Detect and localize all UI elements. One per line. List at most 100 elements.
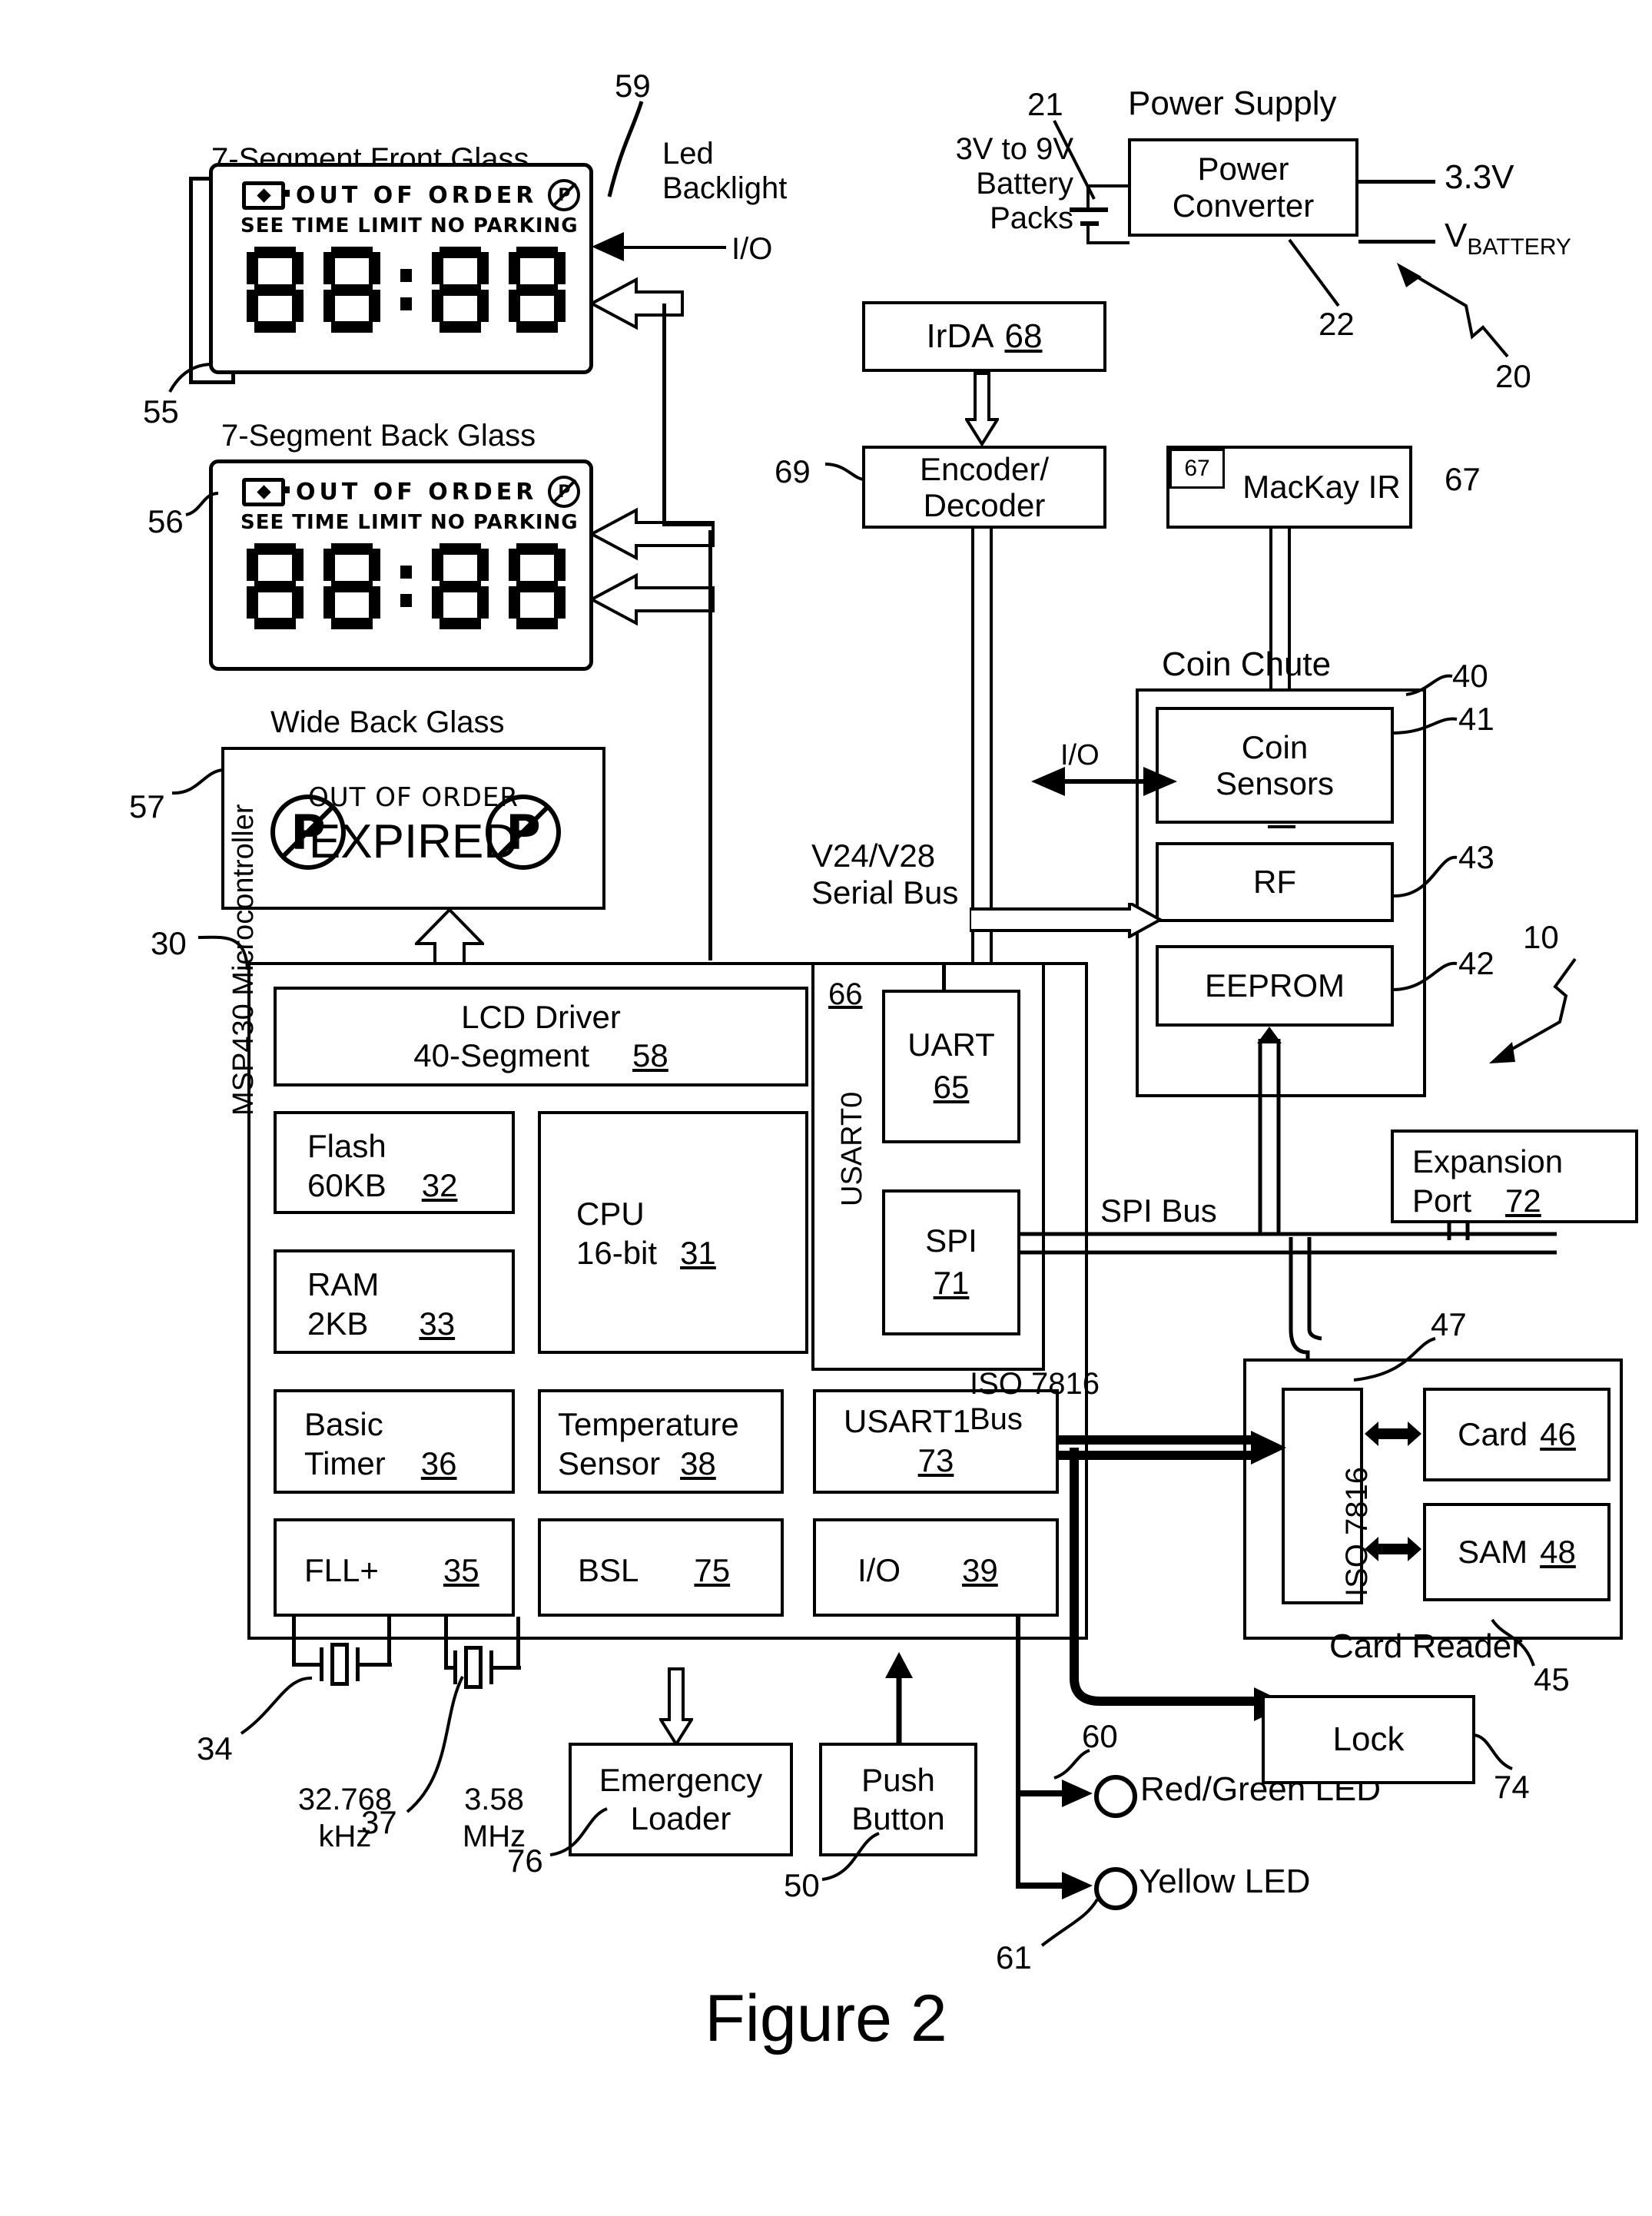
ref-68: 68 — [1004, 317, 1043, 355]
out-vbatt-line — [1358, 240, 1435, 244]
backlight-io-label: I/O — [731, 232, 773, 266]
basic-timer-line2: Timer — [304, 1445, 386, 1482]
lock-bus — [1070, 1448, 1289, 1721]
io-led-y-line — [1016, 1883, 1068, 1889]
ref-65: 65 — [933, 1069, 970, 1105]
irda-label: IrDA — [926, 317, 994, 355]
leader-37 — [406, 1676, 464, 1813]
back-glass-display: OUT OF ORDER P SEE TIME LIMIT NO PARKING — [209, 459, 593, 671]
temp-sensor-line2: Sensor — [558, 1445, 661, 1482]
ref-67-inner: 67 — [1169, 449, 1225, 489]
coin-io-line — [1063, 779, 1146, 784]
battery-icon — [242, 181, 290, 210]
leader-10-arrow — [1489, 957, 1577, 1063]
ref-39: 39 — [962, 1552, 998, 1588]
coin-chute-title: Coin Chute — [1162, 645, 1332, 683]
leader-59 — [607, 101, 644, 197]
ref-56: 56 — [148, 503, 184, 539]
leader-55 — [168, 363, 214, 393]
battery-plate-long — [1070, 207, 1108, 212]
front-glass-digits — [213, 237, 589, 333]
expansion-line2: Port — [1412, 1183, 1472, 1219]
seven-seg-digit — [323, 247, 380, 333]
coin-sensors-block: Coin Sensors — [1156, 707, 1394, 824]
seven-seg-digit — [323, 543, 380, 629]
leader-42 — [1392, 961, 1458, 991]
ref-50: 50 — [784, 1867, 820, 1903]
cpu-line1: CPU — [576, 1196, 645, 1232]
xtal2-lead-right — [516, 1617, 520, 1669]
ref-67: 67 — [1445, 461, 1481, 497]
leader-20-arrow — [1397, 263, 1509, 358]
yellow-led-icon — [1094, 1867, 1137, 1910]
ref-58: 58 — [632, 1037, 668, 1073]
leader-22 — [1288, 238, 1340, 307]
leader-43 — [1392, 855, 1458, 898]
encoder-decoder-block: Encoder/ Decoder — [862, 446, 1106, 529]
front-glass-feed-arrow — [592, 277, 684, 330]
ref-30: 30 — [151, 925, 187, 961]
ref-69: 69 — [775, 453, 811, 489]
ref-38: 38 — [680, 1445, 716, 1482]
backlight-io-arrowhead — [592, 232, 624, 261]
display-bus-join — [662, 522, 712, 526]
ref-46: 46 — [1540, 1416, 1576, 1452]
ram-line1: RAM — [307, 1266, 380, 1302]
out-vbatt-label: VBATTERY — [1445, 217, 1571, 260]
ref-71: 71 — [933, 1265, 970, 1301]
iso7816-label: ISO 7816 — [1340, 1466, 1374, 1597]
seven-seg-colon — [400, 543, 412, 629]
leader-21 — [1053, 120, 1096, 200]
ref-21: 21 — [1027, 86, 1063, 122]
fll-label: FLL+ — [304, 1552, 379, 1588]
ref-37: 37 — [361, 1804, 397, 1840]
card-label: Card — [1458, 1416, 1528, 1452]
ref-66: 66 — [828, 977, 863, 1011]
leader-56 — [185, 492, 219, 516]
irda-to-encdec-arrow — [965, 372, 999, 446]
battery-icon — [242, 477, 290, 506]
back-glass-line1: OUT OF ORDER — [296, 478, 538, 506]
wide-back-glass-title: Wide Back Glass — [270, 705, 505, 739]
sam-block: SAM 48 — [1423, 1503, 1611, 1601]
iso7816-block: ISO 7816 — [1282, 1388, 1374, 1604]
ref-20: 20 — [1495, 358, 1531, 394]
fll-block: FLL+ 35 — [274, 1518, 515, 1617]
irda-block: IrDA 68 — [862, 301, 1106, 372]
back-glass-title: 7-Segment Back Glass — [221, 419, 536, 453]
battery-wire-top — [1086, 184, 1130, 187]
ref-76: 76 — [507, 1843, 543, 1879]
uart-block: UART 65 — [882, 990, 1020, 1143]
leader-76 — [549, 1807, 608, 1856]
xtal1-symbol — [320, 1643, 360, 1686]
ref-10: 10 — [1523, 919, 1559, 955]
front-glass-display: OUT OF ORDER P SEE TIME LIMIT NO PARKING — [209, 163, 593, 374]
seven-seg-digit — [432, 543, 489, 629]
out-33v-label: 3.3V — [1445, 158, 1514, 196]
front-glass-status-row: OUT OF ORDER P — [213, 167, 589, 211]
led-backlight-label: Led Backlight — [662, 137, 788, 205]
ref-40: 40 — [1452, 658, 1488, 694]
leader-60 — [1053, 1749, 1090, 1780]
mackay-ir-block: 67 MacKay IR — [1166, 446, 1412, 529]
leader-30 — [197, 935, 249, 970]
leader-50 — [821, 1832, 880, 1881]
battery-plate-short — [1080, 221, 1099, 226]
ref-75: 75 — [694, 1552, 731, 1588]
ref-72: 72 — [1505, 1183, 1541, 1219]
back-glass-digits — [213, 534, 589, 629]
lcd-driver-line1: LCD Driver — [461, 998, 621, 1035]
seven-seg-colon — [400, 247, 412, 333]
leader-34 — [240, 1676, 313, 1735]
power-supply-title: Power Supply — [1128, 85, 1337, 122]
ref-34: 34 — [197, 1730, 233, 1766]
battery-lead-up — [1086, 184, 1090, 207]
leader-47 — [1353, 1337, 1436, 1382]
push-button-arrow — [885, 1652, 913, 1744]
out-33v-line — [1358, 180, 1435, 184]
ref-57: 57 — [129, 788, 165, 824]
iso-bus-label: ISO 7816 Bus — [970, 1367, 1100, 1436]
ref-41: 41 — [1458, 701, 1494, 737]
xtal1-lead-left — [292, 1617, 296, 1664]
yellow-led-label: Yellow LED — [1139, 1863, 1311, 1900]
